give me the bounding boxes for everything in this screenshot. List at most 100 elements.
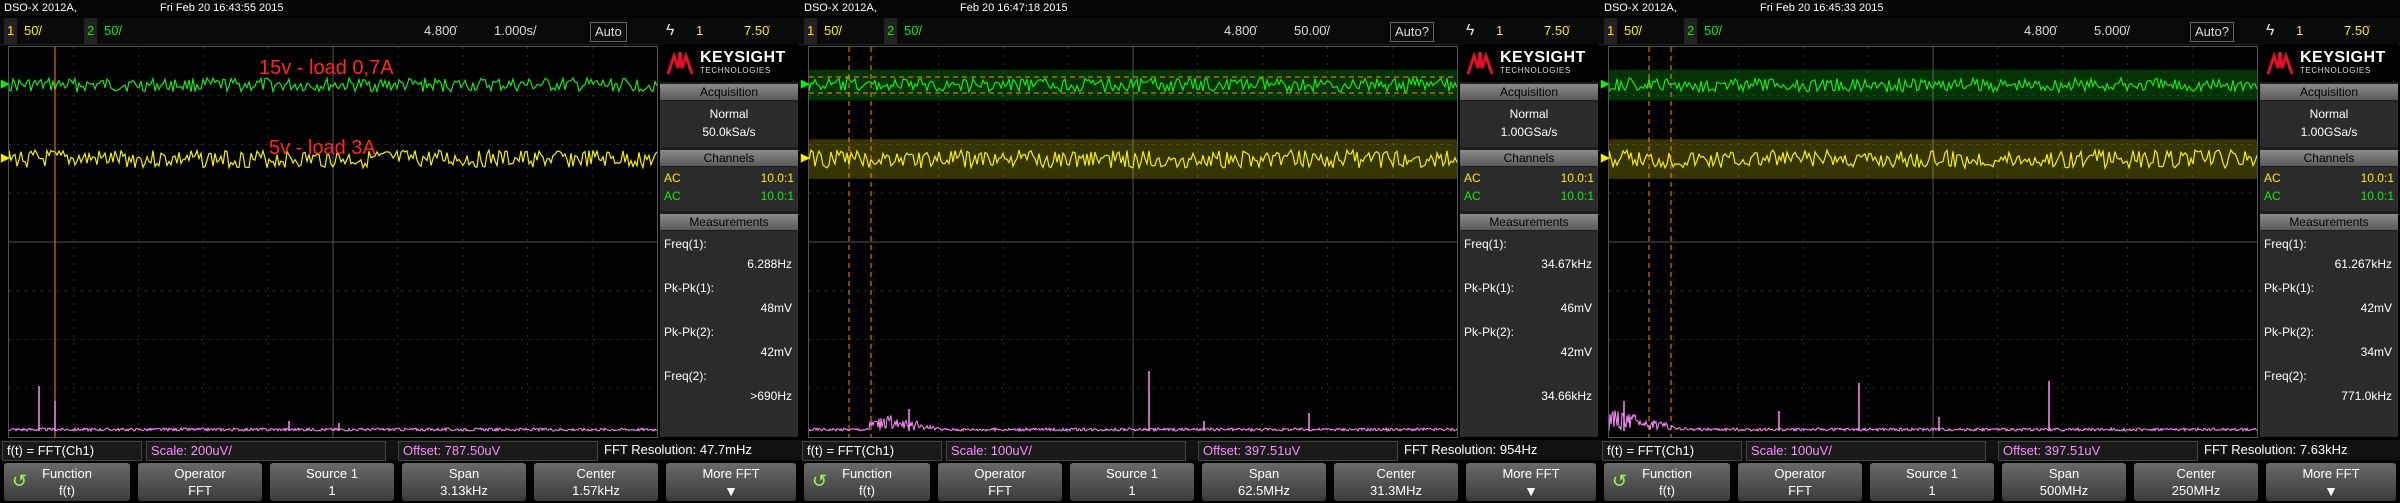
meas2-value: 42mV — [2360, 301, 2392, 315]
softkey-operator[interactable]: Operator FFT — [138, 463, 262, 501]
softkey-label: Center — [576, 466, 616, 481]
ch1-coupling: AC — [664, 171, 681, 185]
softkey-operator[interactable]: Operator FFT — [938, 463, 1062, 501]
ch2-ground-marker[interactable]: ▶ — [801, 77, 809, 90]
date-label: Fri Feb 20 16:45:33 2015 — [1760, 2, 1884, 14]
softkey-value: 3.13kHz — [440, 483, 488, 498]
meas3-value: 42mV — [1560, 345, 1592, 359]
ch2-scale[interactable]: 50̇/ — [104, 18, 122, 44]
trigger-level[interactable]: 7.50̇ — [1544, 18, 1569, 44]
ch2-indicator[interactable]: 2 — [1684, 18, 1698, 44]
sample-rate: 1.00GSa/s — [2300, 125, 2358, 139]
channels-body[interactable]: AC 10.0:1 AC 10.0:1 — [660, 167, 798, 211]
channels-body[interactable]: AC 10.0:1 AC 10.0:1 — [2260, 167, 2398, 211]
acquisition-body[interactable]: Normal 1.00GSa/s — [1460, 101, 1598, 147]
trigger-source[interactable]: 1 — [2296, 18, 2303, 44]
ch2-ground-marker[interactable]: ▶ — [1, 77, 9, 90]
ch1-scale[interactable]: 50̇/ — [1624, 18, 1642, 44]
measurements-body[interactable]: Freq(1): 61.267kHz Pk-Pk(1): 42mV Pk-Pk(… — [2260, 231, 2398, 437]
softkey-value: FFT — [188, 483, 212, 498]
brand-name: KEYSIGHT — [1500, 49, 1586, 66]
softkey-value: 1.57kHz — [572, 483, 620, 498]
softkey-function[interactable]: ↺ Function f(t) — [804, 463, 930, 501]
softkey-function[interactable]: ↺ Function f(t) — [4, 463, 130, 501]
softkey-more-fft[interactable]: More FFT ▼ — [2266, 463, 2396, 501]
measurements-body[interactable]: Freq(1): 6.288Hz Pk-Pk(1): 48mV Pk-Pk(2)… — [660, 231, 798, 437]
time-scale[interactable]: 1.000s/ — [494, 18, 537, 44]
ch1-ground-marker[interactable]: ▶ — [801, 151, 809, 164]
softkey-center[interactable]: Center 250MHz — [2134, 463, 2258, 501]
ch2-indicator[interactable]: 2 — [84, 18, 98, 44]
title-bar: DSO-X 2012A, Feb 20 16:47:18 2015 — [800, 0, 1600, 16]
waveform-display[interactable]: ▶ ▶ — [1601, 46, 2258, 438]
softkey-center[interactable]: Center 1.57kHz — [534, 463, 658, 501]
fft-formula[interactable]: f(t) = FFT(Ch1) — [1602, 441, 1742, 461]
fft-offset[interactable]: Offset: 787.50uV — [398, 441, 598, 461]
softkey-source[interactable]: Source 1 1 — [1870, 463, 1994, 501]
ch2-ground-marker[interactable]: ▶ — [1601, 77, 1609, 90]
meas1-value: 34.67kHz — [1541, 257, 1592, 271]
softkey-more-fft[interactable]: More FFT ▼ — [666, 463, 796, 501]
softkey-center[interactable]: Center 31.3MHz — [1334, 463, 1458, 501]
softkey-span[interactable]: Span 62.5MHz — [1202, 463, 1326, 501]
meas4-label: Freq(2): — [664, 369, 707, 383]
softkey-operator[interactable]: Operator FFT — [1738, 463, 1862, 501]
time-position[interactable]: 4.800̇ — [1224, 18, 1257, 44]
ch1-ground-marker[interactable]: ▶ — [1, 151, 9, 164]
fft-formula[interactable]: f(t) = FFT(Ch1) — [2, 441, 142, 461]
trigger-level[interactable]: 7.50̇ — [744, 18, 769, 44]
softkey-function[interactable]: ↺ Function f(t) — [1604, 463, 1730, 501]
trigger-mode[interactable]: Auto? — [2190, 22, 2234, 42]
meas3-label: Pk-Pk(2): — [2264, 325, 2315, 339]
ch1-scale[interactable]: 50̇/ — [24, 18, 42, 44]
fft-offset[interactable]: Offset: 397.51uV — [1998, 441, 2198, 461]
waveform-display[interactable]: 15v - load 0,7A 5v - load 3A ▶ ▶ — [1, 46, 658, 438]
ch1-scale[interactable]: 50̇/ — [824, 18, 842, 44]
fft-formula[interactable]: f(t) = FFT(Ch1) — [802, 441, 942, 461]
time-scale[interactable]: 5.000̇/ — [2094, 18, 2130, 44]
fft-scale[interactable]: Scale: 100uV/ — [946, 441, 1186, 461]
trigger-level[interactable]: 7.50̇ — [2344, 18, 2369, 44]
keysight-wave-icon — [1466, 51, 1494, 75]
ch1-indicator[interactable]: 1 — [1604, 18, 1618, 44]
sample-rate: 1.00GSa/s — [1500, 125, 1558, 139]
time-position[interactable]: 4.800̇ — [424, 18, 457, 44]
softkey-label: Span — [448, 466, 480, 481]
acquisition-body[interactable]: Normal 50.0kSa/s — [660, 101, 798, 147]
fft-resolution: FFT Resolution: 954Hz — [1404, 442, 1538, 457]
acquisition-mode: Normal — [2309, 107, 2349, 121]
trigger-source[interactable]: 1 — [696, 18, 703, 44]
ch1-indicator[interactable]: 1 — [4, 18, 18, 44]
chevron-down-icon: ▼ — [2324, 483, 2338, 499]
softkey-source[interactable]: Source 1 1 — [270, 463, 394, 501]
acquisition-body[interactable]: Normal 1.00GSa/s — [2260, 101, 2398, 147]
time-position[interactable]: 4.800̇ — [2024, 18, 2057, 44]
status-bar: 1 50̇/ 2 50̇/ 4.800̇ 50.00̇/ Auto? ϟ 1 7… — [800, 18, 1600, 45]
ch2-scale[interactable]: 50̇/ — [1704, 18, 1722, 44]
softkey-label: More FFT — [1502, 466, 1560, 481]
trigger-mode[interactable]: Auto? — [1390, 22, 1434, 42]
ch2-scale[interactable]: 50̇/ — [904, 18, 922, 44]
softkey-value: 250MHz — [2171, 483, 2221, 498]
fft-scale[interactable]: Scale: 200uV/ — [146, 441, 386, 461]
softkey-span[interactable]: Span 500MHz — [2002, 463, 2126, 501]
fft-offset[interactable]: Offset: 397.51uV — [1198, 441, 1398, 461]
softkey-more-fft[interactable]: More FFT ▼ — [1466, 463, 1596, 501]
ch1-indicator[interactable]: 1 — [804, 18, 818, 44]
softkey-source[interactable]: Source 1 1 — [1070, 463, 1194, 501]
softkey-value: 1 — [328, 483, 336, 498]
softkey-span[interactable]: Span 3.13kHz — [402, 463, 526, 501]
trigger-mode[interactable]: Auto — [590, 22, 627, 42]
model-label: DSO-X 2012A, — [1604, 2, 1677, 14]
time-scale[interactable]: 50.00̇/ — [1294, 18, 1330, 44]
softkey-label: Operator — [974, 466, 1026, 481]
trigger-source[interactable]: 1 — [1496, 18, 1503, 44]
ch2-indicator[interactable]: 2 — [884, 18, 898, 44]
ch1-ground-marker[interactable]: ▶ — [1601, 151, 1609, 164]
measurements-body[interactable]: Freq(1): 34.67kHz Pk-Pk(1): 46mV Pk-Pk(2… — [1460, 231, 1598, 437]
ch2-probe: 10.0:1 — [1560, 189, 1594, 203]
waveform-display[interactable]: ▶ ▶ — [801, 46, 1458, 438]
softkey-value: FFT — [988, 483, 1012, 498]
fft-scale[interactable]: Scale: 100uV/ — [1746, 441, 1986, 461]
channels-body[interactable]: AC 10.0:1 AC 10.0:1 — [1460, 167, 1598, 211]
